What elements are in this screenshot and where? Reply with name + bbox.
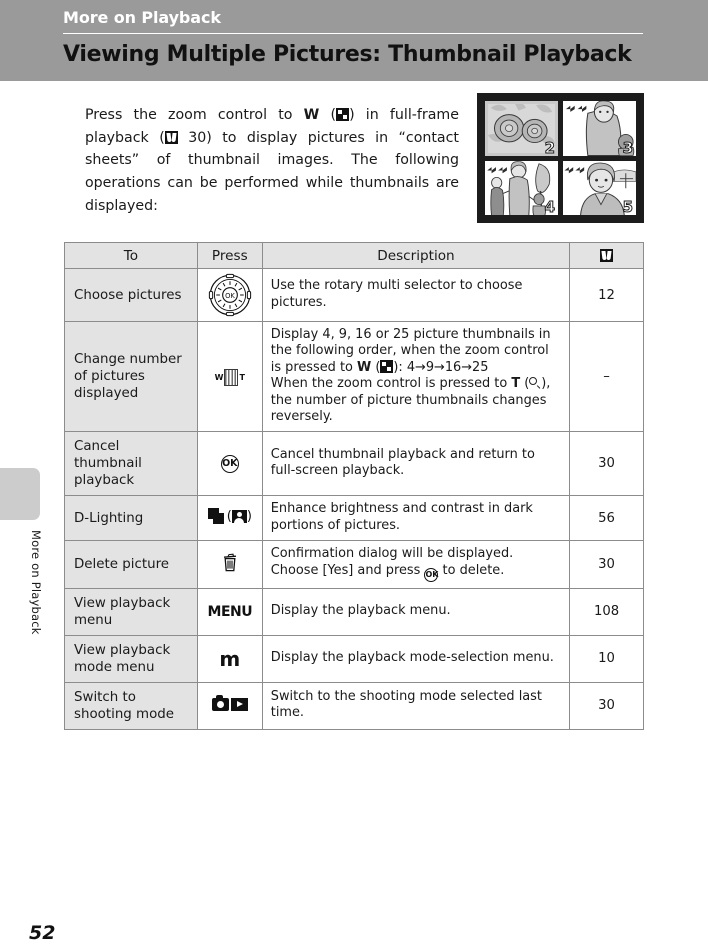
row-reference-choose-pictures: 12 bbox=[569, 268, 644, 322]
row-reference-d-lighting: 56 bbox=[569, 495, 644, 542]
press-cell-d-lighting: () bbox=[196, 495, 263, 542]
row-description-change-number: Display 4, 9, 16 or 25 picture thumbnail… bbox=[261, 320, 571, 433]
row-label-cancel-thumbnail: Cancel thumbnail playback bbox=[64, 431, 198, 497]
press-cell-menu-button: MENU bbox=[196, 587, 263, 636]
row-reference-view-mode-menu: 10 bbox=[569, 634, 644, 683]
row-label-view-playback-menu: View playback menu bbox=[64, 587, 198, 636]
table-body: Choose pictures OK Use the rotary multi … bbox=[64, 268, 644, 730]
page-title: Viewing Multiple Pictures: Thumbnail Pla… bbox=[63, 42, 632, 67]
camera-playback-button-icon bbox=[211, 694, 248, 711]
thumbnail-playback-figure: 2 3 4 5 bbox=[477, 93, 644, 223]
zoom-control-w-label: W bbox=[214, 372, 224, 382]
desc-text-b: to delete. bbox=[438, 562, 505, 578]
press-cell-camera-playback bbox=[196, 681, 263, 730]
press-cell-ok-button: OK bbox=[196, 431, 263, 497]
desc-w-label: W bbox=[357, 359, 372, 375]
row-reference-switch-shooting-mode: 30 bbox=[569, 681, 644, 730]
ok-button-icon: OK bbox=[220, 455, 239, 474]
portrait-icon bbox=[231, 510, 247, 524]
chapter-tab-label: More on Playback bbox=[29, 530, 43, 635]
page-reference-icon bbox=[164, 130, 178, 144]
table-row: View playback mode menu m Display the pl… bbox=[64, 634, 644, 683]
table-row: Cancel thumbnail playback OK Cancel thum… bbox=[64, 431, 644, 497]
row-reference-change-number: – bbox=[569, 320, 644, 433]
table-row: D-Lighting () Enhance brightness and con… bbox=[64, 495, 644, 542]
mode-button-icon: m bbox=[219, 646, 241, 671]
column-header-description: Description bbox=[261, 242, 571, 269]
column-header-reference bbox=[569, 242, 644, 269]
zoom-wide-label: W bbox=[303, 107, 320, 124]
intro-text-2: ( bbox=[319, 107, 337, 124]
two-frames-icon bbox=[207, 508, 226, 525]
row-description-view-playback-menu: Display the playback menu. bbox=[261, 587, 571, 636]
trash-icon bbox=[223, 554, 236, 572]
thumbnail-index-5: 5 bbox=[622, 198, 633, 215]
intro-paragraph: Press the zoom control to W () in full-f… bbox=[85, 104, 459, 217]
zoom-control-t-label: T bbox=[239, 372, 245, 382]
column-header-press: Press bbox=[196, 242, 263, 269]
camera-icon bbox=[211, 694, 229, 711]
row-description-cancel-thumbnail: Cancel thumbnail playback and return to … bbox=[261, 431, 571, 497]
thumbnail-icon bbox=[380, 359, 394, 373]
row-description-view-mode-menu: Display the playback mode-selection menu… bbox=[261, 634, 571, 683]
table-header: To Press Description bbox=[64, 242, 644, 269]
chapter-label: More on Playback bbox=[63, 8, 221, 27]
page-header-band: More on Playback Viewing Multiple Pictur… bbox=[0, 0, 708, 81]
row-label-switch-shooting-mode: Switch to shooting mode bbox=[64, 681, 198, 730]
table-row: Delete picture Confirmation dialog will … bbox=[64, 540, 644, 589]
thumbnail-cell-5: 5 bbox=[563, 160, 636, 215]
thumbnail-cell-2: 2 bbox=[485, 101, 558, 156]
zoom-control-icon: W T bbox=[214, 368, 245, 386]
row-label-d-lighting: D-Lighting bbox=[64, 495, 198, 542]
press-cell-zoom-control: W T bbox=[196, 320, 263, 433]
table-row: Choose pictures OK Use the rotary multi … bbox=[64, 268, 644, 322]
ok-button-icon: OK bbox=[424, 567, 439, 582]
row-description-d-lighting: Enhance brightness and contrast in dark … bbox=[261, 495, 571, 542]
menu-button-icon: MENU bbox=[207, 603, 253, 620]
page-reference-icon bbox=[600, 248, 614, 262]
press-cell-mode-button: m bbox=[196, 634, 263, 683]
rotary-multi-selector-icon: OK bbox=[208, 273, 251, 317]
column-header-to: To bbox=[64, 242, 198, 269]
thumbnail-grid: 2 3 4 5 bbox=[485, 101, 636, 215]
row-reference-view-playback-menu: 108 bbox=[569, 587, 644, 636]
row-reference-cancel-thumbnail: 30 bbox=[569, 431, 644, 497]
row-reference-delete-picture: 30 bbox=[569, 540, 644, 589]
thumbnail-cell-3: 3 bbox=[563, 101, 636, 156]
page-number: 52 bbox=[29, 922, 56, 944]
desc-text-b: ): 4→9→16→25 bbox=[393, 359, 489, 375]
press-cell-rotary-selector: OK bbox=[196, 268, 263, 322]
thumbnail-cell-4: 4 bbox=[485, 160, 558, 215]
row-description-switch-shooting-mode: Switch to the shooting mode selected las… bbox=[261, 681, 571, 730]
thumbnail-index-3: 3 bbox=[622, 138, 633, 156]
table-row: Switch to shooting mode Switch to the sh… bbox=[64, 681, 644, 730]
playback-icon bbox=[230, 697, 248, 711]
chapter-tab-marker bbox=[0, 468, 40, 520]
press-cell-trash bbox=[196, 540, 263, 589]
svg-text:OK: OK bbox=[225, 292, 235, 300]
desc-text-c: When the zoom control is pressed to bbox=[270, 376, 512, 392]
thumbnail-index-4: 4 bbox=[544, 198, 555, 215]
magnifier-icon bbox=[529, 377, 541, 389]
table-row: View playback menu MENU Display the play… bbox=[64, 587, 644, 636]
d-lighting-button-icon: () bbox=[207, 508, 252, 525]
operations-table: To Press Description Choose pictures OK bbox=[64, 242, 644, 730]
thumbnail-icon bbox=[336, 108, 350, 122]
zoom-control-slider bbox=[224, 368, 239, 386]
thumbnail-index-2: 2 bbox=[544, 138, 555, 156]
table-row: Change number of pictures displayed W T … bbox=[64, 320, 644, 433]
row-label-choose-pictures: Choose pictures bbox=[64, 268, 198, 322]
row-description-choose-pictures: Use the rotary multi selector to choose … bbox=[261, 268, 571, 322]
row-label-change-number: Change number of pictures displayed bbox=[64, 320, 198, 433]
row-label-view-mode-menu: View playback mode menu bbox=[64, 634, 198, 683]
row-description-delete-picture: Confirmation dialog will be displayed. C… bbox=[261, 540, 571, 589]
header-divider bbox=[63, 33, 643, 34]
table-header-row: To Press Description bbox=[64, 242, 644, 269]
desc-t-label: T bbox=[511, 376, 521, 392]
intro-text-1: Press the zoom control to bbox=[85, 107, 304, 124]
row-label-delete-picture: Delete picture bbox=[64, 540, 198, 589]
